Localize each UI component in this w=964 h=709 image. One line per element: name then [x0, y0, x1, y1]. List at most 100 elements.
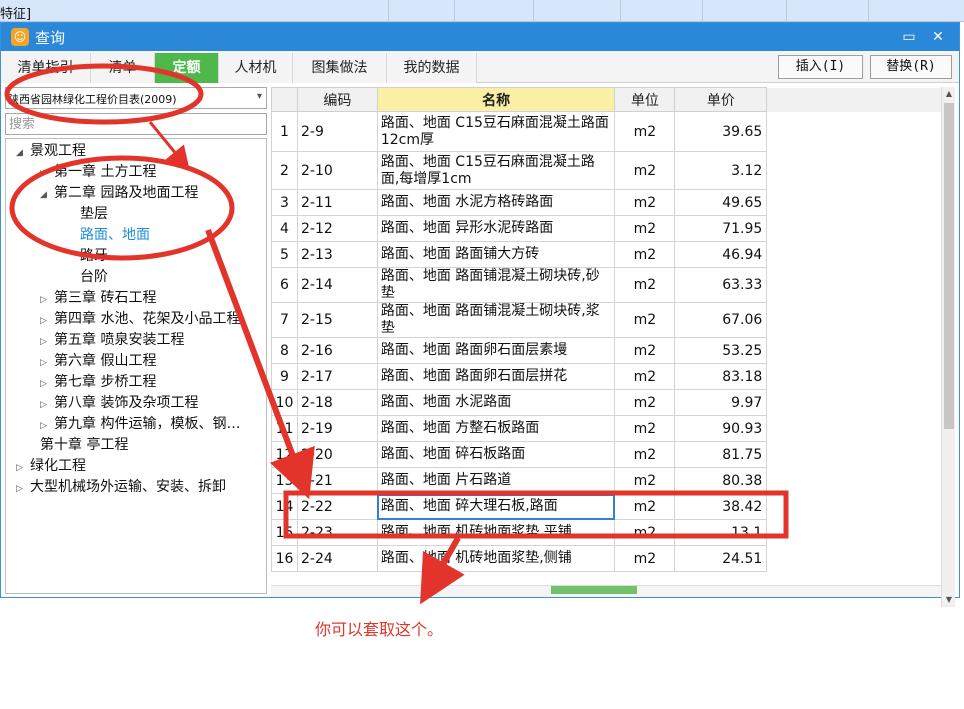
unit-cell: m2	[614, 493, 676, 520]
table-row[interactable]: 11 2-19 路面、地面 方整石板路面 m2 90.93	[271, 415, 943, 442]
collapsed-triangle-icon[interactable]: ▷	[16, 479, 30, 499]
tree-node[interactable]: ▷ 第五章 喷泉安装工程	[40, 330, 184, 350]
scroll-down-icon[interactable]: ▼	[942, 593, 956, 607]
expanded-triangle-icon[interactable]: ◢	[16, 143, 30, 163]
collapsed-triangle-icon[interactable]: ▷	[40, 395, 54, 415]
column-header-unit[interactable]: 单位	[614, 87, 676, 112]
empty-area	[766, 189, 943, 216]
price-cell: 53.25	[674, 337, 768, 364]
code-cell: 2-22	[296, 493, 378, 520]
expanded-triangle-icon[interactable]: ◢	[40, 185, 54, 205]
table-row[interactable]: 15 2-23 路面、地面 机砖地面浆垫,平铺 m2 13.1	[271, 519, 943, 546]
table-row[interactable]: 7 2-15 路面、地面 路面铺混凝土砌块砖,浆垫 m2 67.06	[271, 302, 943, 338]
tab-quota[interactable]: 定额	[155, 53, 219, 83]
row-number-cell: 12	[271, 441, 298, 468]
code-cell: 2-11	[296, 189, 378, 216]
collapsed-triangle-icon[interactable]: ▷	[40, 416, 54, 436]
code-cell: 2-20	[296, 441, 378, 468]
name-cell: 路面、地面 异形水泥砖路面	[376, 215, 616, 242]
tree-node[interactable]: ▷ 第四章 水池、花架及小品工程	[40, 309, 240, 329]
vertical-scrollbar[interactable]: ▲ ▼	[941, 87, 955, 607]
tree-node[interactable]: 垫层	[80, 204, 108, 224]
tree-node[interactable]: ▷ 第一章 土方工程	[40, 162, 156, 182]
tree-node[interactable]: 路面、地面	[80, 225, 150, 245]
chevron-down-icon[interactable]: ▾	[257, 91, 262, 102]
tree-node-label: 台阶	[80, 269, 108, 285]
tree-node[interactable]: 台阶	[80, 267, 108, 287]
tree-node[interactable]: ◢ 景观工程	[16, 141, 86, 161]
row-number-cell: 1	[271, 111, 298, 152]
background-cell-border	[388, 0, 389, 22]
collapsed-triangle-icon[interactable]: ▷	[40, 332, 54, 352]
table-row[interactable]: 12 2-20 路面、地面 碎石板路面 m2 81.75	[271, 441, 943, 468]
chapter-tree: ◢ 景观工程 ▷ 第一章 土方工程 ◢ 第二章 园路及地面工程 垫层 路面、地面 路牙 台阶 ▷ 第三…	[5, 138, 267, 594]
table-row[interactable]: 4 2-12 路面、地面 异形水泥砖路面 m2 71.95	[271, 215, 943, 242]
tree-node[interactable]: ◢ 第二章 园路及地面工程	[40, 183, 198, 203]
tree-node[interactable]: ▷ 第六章 假山工程	[40, 351, 156, 371]
tree-node-label: 第三章 砖石工程	[54, 290, 157, 306]
scroll-up-icon[interactable]: ▲	[942, 87, 956, 101]
table-row[interactable]: 1 2-9 路面、地面 C15豆石麻面混凝土路面12cm厚 m2 39.65	[271, 111, 943, 152]
collapsed-triangle-icon[interactable]: ▷	[16, 458, 30, 478]
table-row[interactable]: 3 2-11 路面、地面 水泥方格砖路面 m2 49.65	[271, 189, 943, 216]
left-panel: 陕西省园林绿化工程价目表(2009) ▾ ◢景观工程▷第一章 土方工程◢第二章 …	[1, 83, 269, 597]
collapsed-triangle-icon[interactable]: ▷	[40, 353, 54, 373]
column-header-code[interactable]: 编码	[296, 87, 378, 112]
table-row[interactable]: 13 2-21 路面、地面 片石路道 m2 80.38	[271, 467, 943, 494]
background-cell-border	[786, 0, 787, 22]
table-row[interactable]: 6 2-14 路面、地面 路面铺混凝土砌块砖,砂垫 m2 63.33	[271, 267, 943, 303]
tree-node[interactable]: ▷ 第七章 步桥工程	[40, 372, 156, 392]
column-header-name[interactable]: 名称	[376, 87, 616, 112]
maximize-icon[interactable]: ▭	[898, 27, 920, 47]
tree-node[interactable]: 路牙	[80, 246, 108, 266]
unit-cell: m2	[614, 363, 676, 390]
scrollbar-thumb[interactable]	[944, 103, 954, 429]
search-input[interactable]	[5, 113, 267, 135]
price-cell: 13.1	[674, 519, 768, 546]
background-cell-border	[702, 0, 703, 22]
table-row[interactable]: 14 2-22 路面、地面 碎大理石板,路面 m2 38.42	[271, 493, 943, 520]
empty-area	[766, 545, 943, 572]
price-cell: 83.18	[674, 363, 768, 390]
tab-list-guide[interactable]: 清单指引	[1, 53, 91, 83]
tree-node[interactable]: 第十章 亭工程	[40, 435, 128, 455]
collapsed-triangle-icon[interactable]: ▷	[40, 374, 54, 394]
tree-node-label: 第十章 亭工程	[40, 437, 129, 453]
replace-button[interactable]: 替换(R)	[870, 55, 952, 79]
empty-area	[766, 441, 943, 468]
code-cell: 2-10	[296, 151, 378, 190]
tab-labor-material-machine[interactable]: 人材机	[219, 53, 293, 83]
table-row[interactable]: 8 2-16 路面、地面 路面卵石面层素墁 m2 53.25	[271, 337, 943, 364]
code-cell: 2-12	[296, 215, 378, 242]
code-cell: 2-21	[296, 467, 378, 494]
table-row[interactable]: 5 2-13 路面、地面 路面铺大方砖 m2 46.94	[271, 241, 943, 268]
splitter-grip-handle[interactable]	[551, 586, 637, 594]
tab-my-data[interactable]: 我的数据	[387, 53, 477, 83]
column-header-price[interactable]: 单价	[674, 87, 768, 112]
row-number-cell: 10	[271, 389, 298, 416]
tree-node-label: 垫层	[80, 206, 108, 222]
tree-node[interactable]: ▷ 第九章 构件运输，模板、钢…	[40, 414, 240, 434]
close-icon[interactable]: ✕	[927, 27, 949, 47]
collapsed-triangle-icon[interactable]: ▷	[40, 164, 54, 184]
title-bar[interactable]: ☺ 查询 ▭ ✕	[1, 23, 959, 51]
tab-list[interactable]: 清单	[91, 53, 155, 83]
collapsed-triangle-icon[interactable]: ▷	[40, 311, 54, 331]
code-cell: 2-24	[296, 545, 378, 572]
tree-node[interactable]: ▷ 第三章 砖石工程	[40, 288, 156, 308]
tree-node[interactable]: ▷ 第八章 装饰及杂项工程	[40, 393, 198, 413]
table-row[interactable]: 10 2-18 路面、地面 水泥路面 m2 9.97	[271, 389, 943, 416]
table-row[interactable]: 16 2-24 路面、地面 机砖地面浆垫,侧铺 m2 24.51	[271, 545, 943, 572]
library-select[interactable]: 陕西省园林绿化工程价目表(2009) ▾	[5, 87, 267, 109]
tab-atlas-method[interactable]: 图集做法	[293, 53, 387, 83]
name-cell: 路面、地面 C15豆石麻面混凝土路面12cm厚	[376, 111, 616, 152]
empty-area	[766, 111, 943, 152]
insert-button[interactable]: 插入(I)	[778, 55, 863, 79]
tree-node[interactable]: ▷ 绿化工程	[16, 456, 86, 476]
window-title: 查询	[35, 29, 66, 47]
tree-node[interactable]: ▷ 大型机械场外运输、安装、拆卸	[16, 477, 226, 497]
background-cell-border	[868, 0, 869, 22]
table-row[interactable]: 2 2-10 路面、地面 C15豆石麻面混凝土路面,每增厚1cm m2 3.12	[271, 151, 943, 190]
table-row[interactable]: 9 2-17 路面、地面 路面卵石面层拼花 m2 83.18	[271, 363, 943, 390]
collapsed-triangle-icon[interactable]: ▷	[40, 290, 54, 310]
